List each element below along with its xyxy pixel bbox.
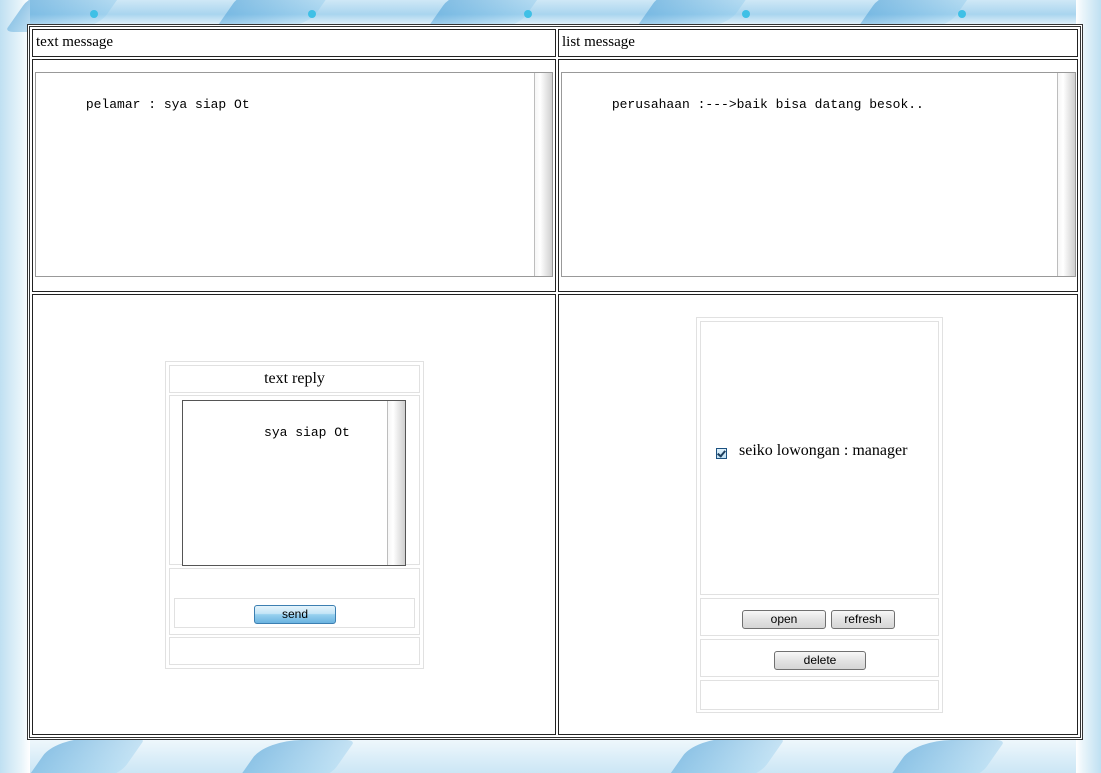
reply-textarea-value: sya siap Ot (264, 425, 350, 440)
list-footer-cell (700, 680, 939, 710)
send-button-wrapper: send (174, 598, 415, 628)
reply-panel: text reply sya siap Ot send (32, 294, 556, 735)
delete-button[interactable]: delete (774, 651, 866, 670)
checkbox-checked-icon[interactable] (716, 448, 727, 459)
list-message-content: perusahaan :--->baik bisa datang besok.. (611, 97, 924, 112)
reply-title: text reply (264, 370, 325, 387)
delete-cell: delete (700, 639, 939, 677)
text-message-scrollbar[interactable] (534, 73, 552, 276)
text-message-header-label: text message (36, 34, 114, 50)
send-button[interactable]: send (254, 605, 336, 624)
reply-textarea[interactable]: sya siap Ot (182, 400, 406, 566)
reply-title-cell: text reply (169, 365, 420, 393)
reply-footer-cell (169, 637, 420, 665)
list-message-scrollbar[interactable] (1057, 73, 1075, 276)
list-form: seiko lowongan : manager open refresh de… (696, 317, 943, 713)
text-message-textarea[interactable]: pelamar : sya siap Ot (35, 72, 553, 277)
open-button[interactable]: open (742, 610, 826, 629)
list-items-cell: seiko lowongan : manager (700, 321, 939, 595)
reply-scrollbar[interactable] (387, 401, 405, 565)
list-message-panel: perusahaan :--->baik bisa datang besok.. (558, 59, 1078, 292)
reply-input-cell: sya siap Ot (169, 395, 420, 566)
refresh-button[interactable]: refresh (831, 610, 895, 629)
main-frame: text message list message pelamar : sya … (27, 24, 1083, 740)
list-message-header: list message (558, 29, 1078, 57)
list-message-header-label: list message (562, 34, 635, 50)
open-refresh-cell: open refresh (700, 598, 939, 636)
reply-button-cell: send (169, 568, 420, 635)
list-message-textarea[interactable]: perusahaan :--->baik bisa datang besok.. (561, 72, 1076, 277)
list-item-label: seiko lowongan : manager (739, 442, 908, 459)
text-message-header: text message (32, 29, 556, 57)
list-panel: seiko lowongan : manager open refresh de… (558, 294, 1078, 735)
text-message-content: pelamar : sya siap Ot (85, 97, 250, 112)
text-message-panel: pelamar : sya siap Ot (32, 59, 556, 292)
reply-form: text reply sya siap Ot send (165, 361, 424, 669)
